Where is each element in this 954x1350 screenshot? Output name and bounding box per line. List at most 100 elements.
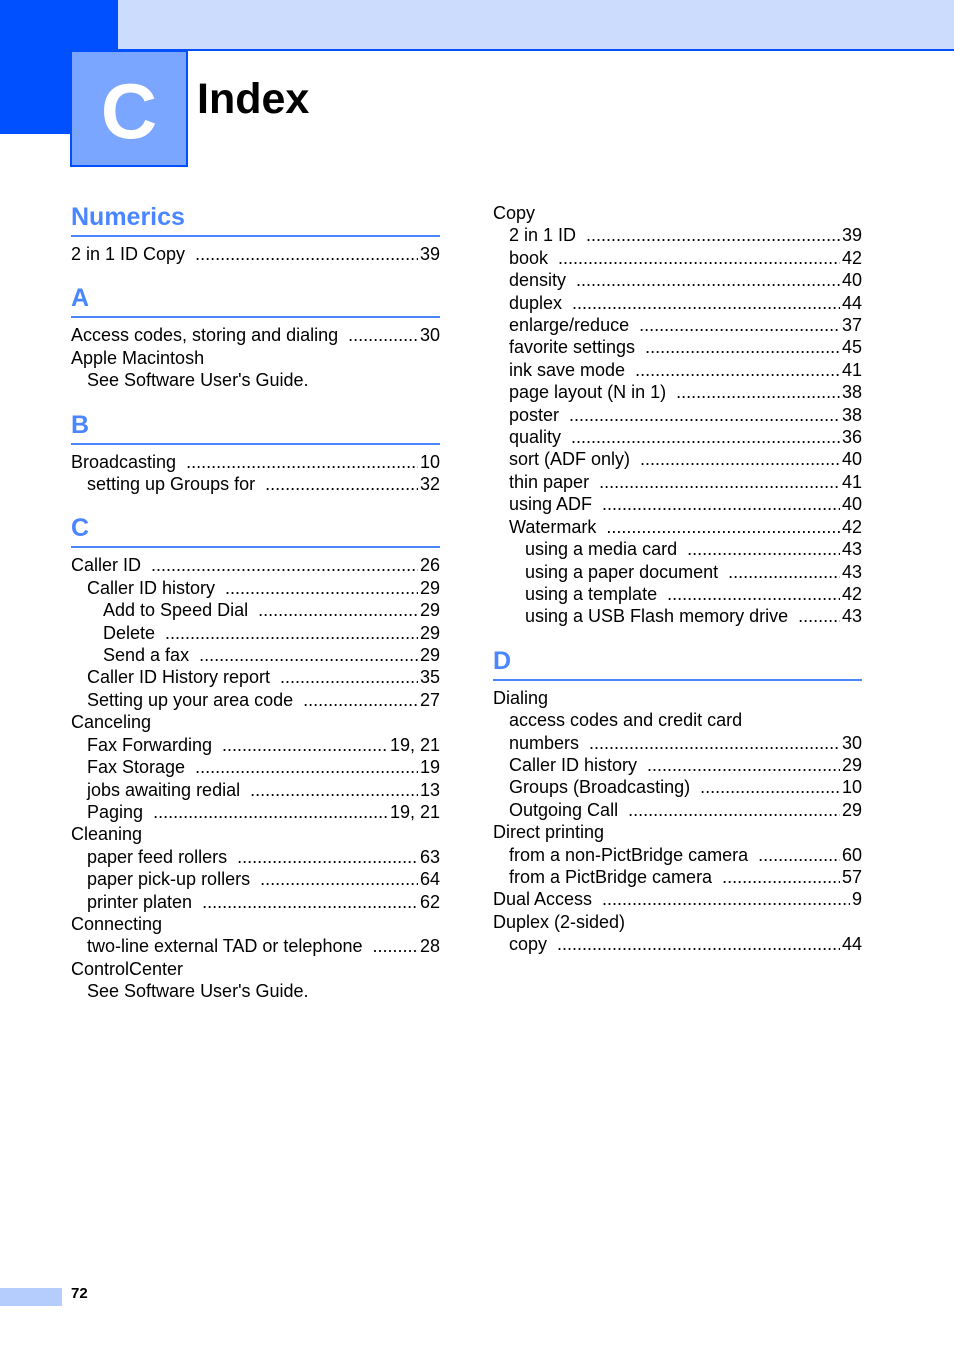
index-entry[interactable]: Caller ID history 29 <box>71 577 440 599</box>
entry-page-ref[interactable]: 41 <box>842 471 862 493</box>
index-entry[interactable]: Dual Access 9 <box>493 888 862 910</box>
entry-page-ref[interactable]: 45 <box>842 336 862 358</box>
entry-page-ref[interactable]: 19, 21 <box>390 801 440 823</box>
index-entry[interactable]: paper feed rollers 63 <box>71 846 440 868</box>
entry-page-ref[interactable]: 40 <box>842 448 862 470</box>
index-entry[interactable]: from a PictBridge camera 57 <box>493 866 862 888</box>
index-entry[interactable]: two-line external TAD or telephone 28 <box>71 935 440 957</box>
dot-leader <box>586 224 840 246</box>
index-entry[interactable]: Groups (Broadcasting) 10 <box>493 776 862 798</box>
index-entry[interactable]: from a non-PictBridge camera 60 <box>493 844 862 866</box>
index-entry[interactable]: 2 in 1 ID Copy 39 <box>71 243 440 265</box>
index-entry[interactable]: Outgoing Call 29 <box>493 799 862 821</box>
index-entry[interactable]: Caller ID history 29 <box>493 754 862 776</box>
entry-page-ref[interactable]: 44 <box>842 933 862 955</box>
index-entry[interactable]: thin paper 41 <box>493 471 862 493</box>
index-entry[interactable]: paper pick-up rollers 64 <box>71 868 440 890</box>
dot-leader <box>628 799 840 821</box>
index-entry[interactable]: density 40 <box>493 269 862 291</box>
entry-page-ref[interactable]: 28 <box>420 935 440 957</box>
index-entry[interactable]: Send a fax 29 <box>71 644 440 666</box>
entry-page-ref[interactable]: 35 <box>420 666 440 688</box>
index-entry[interactable]: enlarge/reduce 37 <box>493 314 862 336</box>
entry-page-ref[interactable]: 64 <box>420 868 440 890</box>
dot-leader <box>303 689 418 711</box>
entry-page-ref[interactable]: 13 <box>420 779 440 801</box>
entry-page-ref[interactable]: 9 <box>852 888 862 910</box>
chapter-badge: C <box>70 50 188 167</box>
entry-label: using a template <box>525 583 658 604</box>
entry-label: Fax Storage <box>87 757 186 778</box>
entry-page-ref[interactable]: 30 <box>842 732 862 754</box>
entry-page-ref[interactable]: 57 <box>842 866 862 888</box>
entry-page-ref[interactable]: 19, 21 <box>390 734 440 756</box>
index-entry[interactable]: ink save mode 41 <box>493 359 862 381</box>
index-entry[interactable]: Access codes, storing and dialing 30 <box>71 324 440 346</box>
index-entry[interactable]: page layout (N in 1) 38 <box>493 381 862 403</box>
entry-page-ref[interactable]: 29 <box>420 644 440 666</box>
index-entry[interactable]: Caller ID 26 <box>71 554 440 576</box>
entry-page-ref[interactable]: 19 <box>420 756 440 778</box>
index-entry[interactable]: using a media card 43 <box>493 538 862 560</box>
entry-page-ref[interactable]: 43 <box>842 561 862 583</box>
index-entry[interactable]: quality 36 <box>493 426 862 448</box>
entry-page-ref[interactable]: 29 <box>842 799 862 821</box>
index-entry[interactable]: sort (ADF only) 40 <box>493 448 862 470</box>
index-entry[interactable]: setting up Groups for 32 <box>71 473 440 495</box>
index-entry[interactable]: Fax Storage 19 <box>71 756 440 778</box>
entry-page-ref[interactable]: 32 <box>420 473 440 495</box>
index-entry[interactable]: book 42 <box>493 247 862 269</box>
entry-page-ref[interactable]: 29 <box>420 577 440 599</box>
index-entry[interactable]: duplex 44 <box>493 292 862 314</box>
entry-page-ref[interactable]: 42 <box>842 516 862 538</box>
entry-page-ref[interactable]: 10 <box>842 776 862 798</box>
entry-page-ref[interactable]: 10 <box>420 451 440 473</box>
entry-page-ref[interactable]: 39 <box>842 224 862 246</box>
entry-page-ref[interactable]: 63 <box>420 846 440 868</box>
index-entry[interactable]: using a template 42 <box>493 583 862 605</box>
index-entry[interactable]: Paging 19, 21 <box>71 801 440 823</box>
index-entry[interactable]: Watermark 42 <box>493 516 862 538</box>
index-entry[interactable]: numbers 30 <box>493 732 862 754</box>
index-entry[interactable]: favorite settings 45 <box>493 336 862 358</box>
index-entry[interactable]: Setting up your area code 27 <box>71 689 440 711</box>
index-entry[interactable]: Fax Forwarding 19, 21 <box>71 734 440 756</box>
entry-page-ref[interactable]: 43 <box>842 605 862 627</box>
index-entry[interactable]: Delete 29 <box>71 622 440 644</box>
index-entry[interactable]: using a paper document 43 <box>493 561 862 583</box>
entry-page-ref[interactable]: 60 <box>842 844 862 866</box>
index-entry[interactable]: Broadcasting 10 <box>71 451 440 473</box>
index-entry[interactable]: Add to Speed Dial 29 <box>71 599 440 621</box>
entry-page-ref[interactable]: 43 <box>842 538 862 560</box>
entry-page-ref[interactable]: 29 <box>420 599 440 621</box>
entry-page-ref[interactable]: 36 <box>842 426 862 448</box>
entry-page-ref[interactable]: 29 <box>420 622 440 644</box>
index-entry[interactable]: using a USB Flash memory drive 43 <box>493 605 862 627</box>
entry-page-ref[interactable]: 27 <box>420 689 440 711</box>
entry-page-ref[interactable]: 30 <box>420 324 440 346</box>
entry-label: paper pick-up rollers <box>87 869 251 890</box>
page-number: 72 <box>71 1285 88 1302</box>
entry-page-ref[interactable]: 38 <box>842 381 862 403</box>
entry-page-ref[interactable]: 39 <box>420 243 440 265</box>
entry-page-ref[interactable]: 29 <box>842 754 862 776</box>
entry-page-ref[interactable]: 40 <box>842 493 862 515</box>
entry-page-ref[interactable]: 26 <box>420 554 440 576</box>
index-entry[interactable]: Caller ID History report 35 <box>71 666 440 688</box>
index-entry[interactable]: jobs awaiting redial 13 <box>71 779 440 801</box>
index-entry[interactable]: poster 38 <box>493 404 862 426</box>
entry-page-ref[interactable]: 42 <box>842 583 862 605</box>
entry-page-ref[interactable]: 62 <box>420 891 440 913</box>
index-entry[interactable]: printer platen 62 <box>71 891 440 913</box>
entry-page-ref[interactable]: 41 <box>842 359 862 381</box>
entry-page-ref[interactable]: 44 <box>842 292 862 314</box>
index-entry[interactable]: using ADF 40 <box>493 493 862 515</box>
entry-page-ref[interactable]: 42 <box>842 247 862 269</box>
entry-page-ref[interactable]: 37 <box>842 314 862 336</box>
index-entry[interactable]: 2 in 1 ID 39 <box>493 224 862 246</box>
dot-leader <box>639 314 840 336</box>
index-entry[interactable]: copy 44 <box>493 933 862 955</box>
entry-page-ref[interactable]: 38 <box>842 404 862 426</box>
entry-label: Caller ID history <box>87 577 216 598</box>
entry-page-ref[interactable]: 40 <box>842 269 862 291</box>
